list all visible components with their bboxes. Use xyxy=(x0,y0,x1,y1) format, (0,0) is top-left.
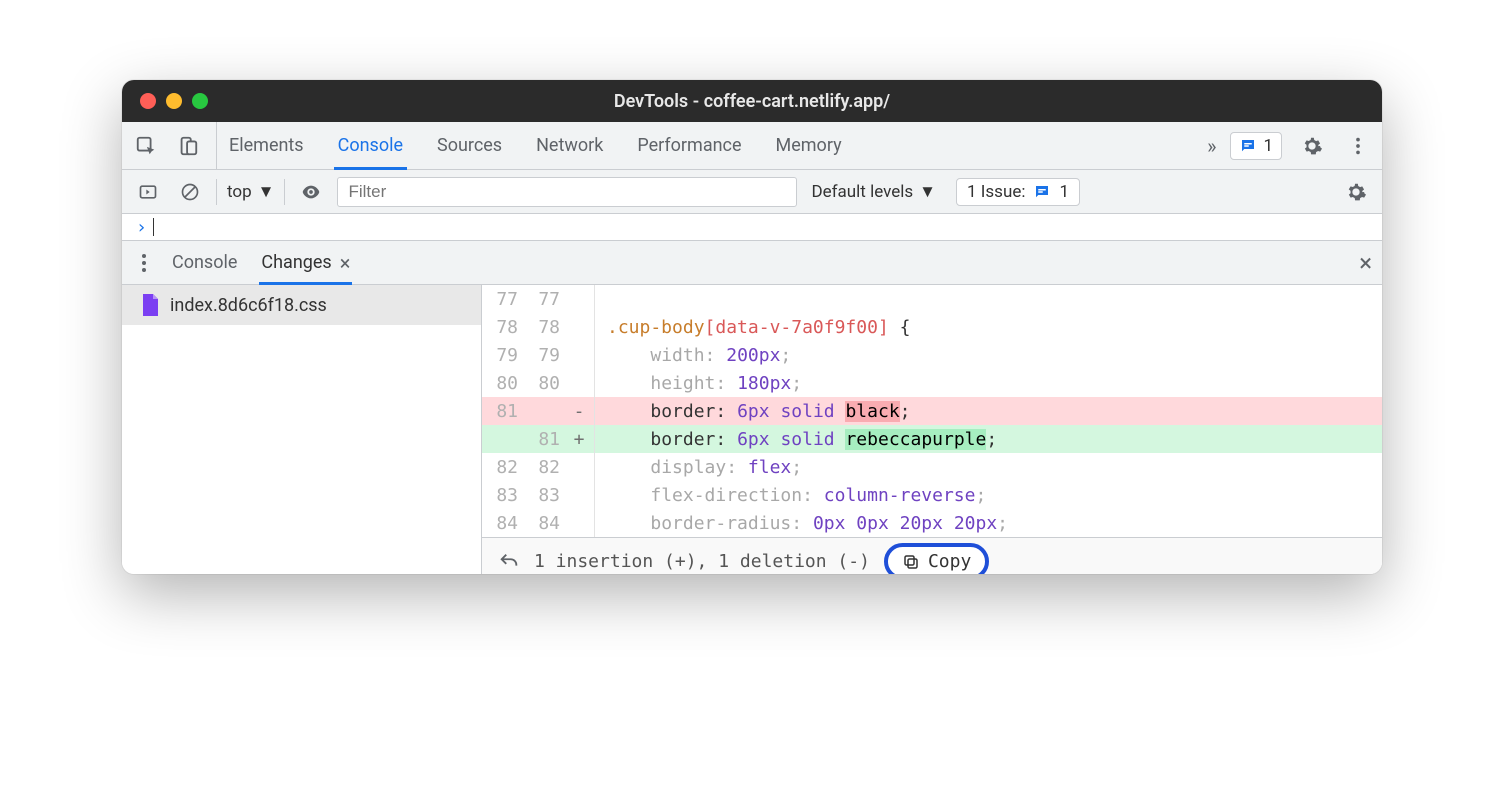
traffic-lights xyxy=(140,93,208,109)
diff-line: 8484 border-radius: 0px 0px 20px 20px; xyxy=(482,509,1382,537)
console-prompt[interactable]: › xyxy=(122,214,1382,240)
context-label: top xyxy=(227,182,252,202)
copy-label: Copy xyxy=(928,551,971,572)
minimize-window-button[interactable] xyxy=(166,93,182,109)
drawer-more-icon[interactable] xyxy=(132,254,156,272)
file-icon xyxy=(140,293,160,317)
diff-footer: 1 insertion (+), 1 deletion (-) Copy xyxy=(482,537,1382,574)
tab-network[interactable]: Network xyxy=(532,122,607,169)
main-tabbar: Elements Console Sources Network Performance… xyxy=(122,122,1382,170)
tab-memory[interactable]: Memory xyxy=(772,122,846,169)
tab-sources[interactable]: Sources xyxy=(433,122,506,169)
issues-button[interactable]: 1 Issue: 1 xyxy=(956,178,1080,206)
tab-console[interactable]: Console xyxy=(334,122,407,169)
diff-line: 8383 flex-direction: column-reverse; xyxy=(482,481,1382,509)
issues-label: 1 Issue: xyxy=(967,182,1025,202)
undo-icon[interactable] xyxy=(498,551,520,573)
close-window-button[interactable] xyxy=(140,93,156,109)
toggle-sidebar-icon[interactable] xyxy=(132,176,164,208)
log-levels-selector[interactable]: Default levels ▼ xyxy=(811,182,936,202)
copy-button[interactable]: Copy xyxy=(884,543,989,574)
inspect-element-icon[interactable] xyxy=(130,130,162,162)
drawer-tab-console[interactable]: Console xyxy=(170,241,239,284)
issues-count: 1 xyxy=(1059,182,1069,202)
prompt-caret-icon: › xyxy=(136,217,147,238)
drawer-close-icon[interactable]: × xyxy=(1359,249,1372,277)
context-selector[interactable]: top ▼ xyxy=(227,182,274,202)
text-cursor xyxy=(153,218,154,236)
diff-view[interactable]: 77777878.cup-body[data-v-7a0f9f00] {7979… xyxy=(482,285,1382,574)
diff-line: 8080 height: 180px; xyxy=(482,369,1382,397)
drawer-tabbar: Console Changes× × xyxy=(122,240,1382,284)
issues-badge[interactable]: 1 xyxy=(1230,132,1282,160)
kebab-menu-icon[interactable] xyxy=(1342,130,1374,162)
dropdown-triangle-icon: ▼ xyxy=(919,182,936,202)
issues-count: 1 xyxy=(1263,136,1273,156)
changed-files-list: index.8d6c6f18.css xyxy=(122,285,482,574)
changes-panel: index.8d6c6f18.css 77777878.cup-body[dat… xyxy=(122,284,1382,574)
tab-performance[interactable]: Performance xyxy=(633,122,745,169)
drawer-tab-changes[interactable]: Changes× xyxy=(259,241,352,284)
diff-line: 8282 display: flex; xyxy=(482,453,1382,481)
levels-label: Default levels xyxy=(811,182,913,202)
zoom-window-button[interactable] xyxy=(192,93,208,109)
diff-line: 7777 xyxy=(482,285,1382,313)
filter-input[interactable] xyxy=(337,177,797,207)
more-tabs-icon[interactable]: » xyxy=(1207,134,1216,158)
diff-summary: 1 insertion (+), 1 deletion (-) xyxy=(534,551,870,572)
device-toolbar-icon[interactable] xyxy=(172,130,204,162)
close-tab-icon[interactable]: × xyxy=(340,251,351,275)
diff-line: 7878.cup-body[data-v-7a0f9f00] { xyxy=(482,313,1382,341)
copy-icon xyxy=(902,553,920,571)
titlebar: DevTools - coffee-cart.netlify.app/ xyxy=(122,80,1382,122)
clear-console-icon[interactable] xyxy=(174,176,206,208)
changed-file-item[interactable]: index.8d6c6f18.css xyxy=(122,285,481,325)
issue-icon xyxy=(1033,183,1051,201)
issue-icon xyxy=(1239,137,1257,155)
settings-icon[interactable] xyxy=(1296,130,1328,162)
file-name: index.8d6c6f18.css xyxy=(170,295,327,316)
diff-line: 7979 width: 200px; xyxy=(482,341,1382,369)
dropdown-triangle-icon: ▼ xyxy=(258,182,275,202)
console-toolbar: top ▼ Default levels ▼ 1 Issue: 1 xyxy=(122,170,1382,214)
tab-elements[interactable]: Elements xyxy=(225,122,308,169)
window-title: DevTools - coffee-cart.netlify.app/ xyxy=(614,91,890,112)
diff-line: 81- border: 6px solid black; xyxy=(482,397,1382,425)
diff-line: 81+ border: 6px solid rebeccapurple; xyxy=(482,425,1382,453)
console-settings-icon[interactable] xyxy=(1340,176,1372,208)
live-expression-icon[interactable] xyxy=(295,176,327,208)
devtools-window: DevTools - coffee-cart.netlify.app/ Elem… xyxy=(122,80,1382,574)
